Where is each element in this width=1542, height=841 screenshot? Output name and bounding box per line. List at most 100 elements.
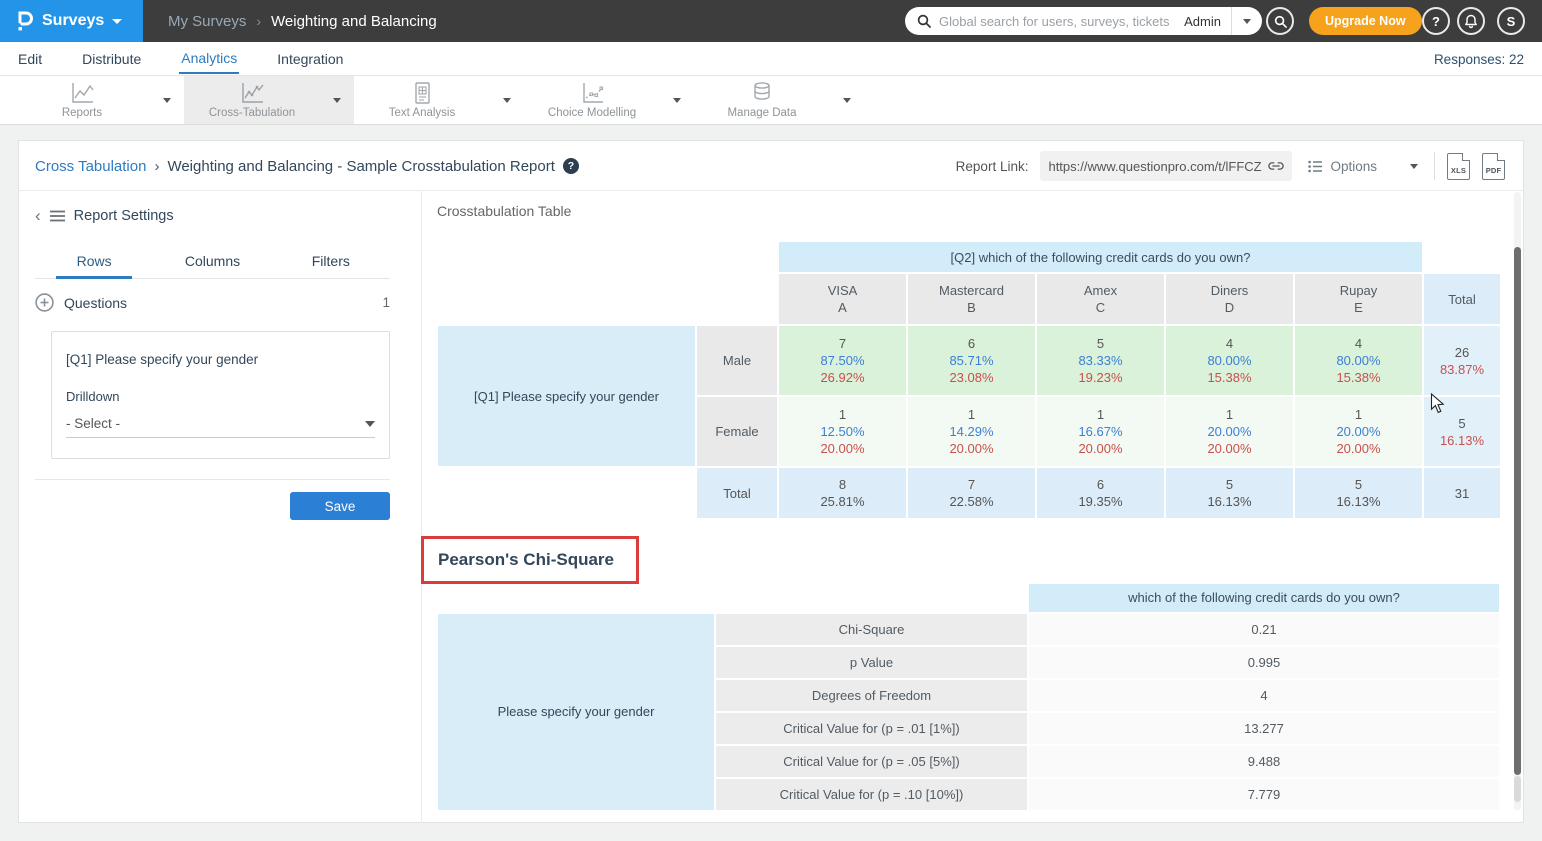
tab-filters[interactable]: Filters — [272, 243, 390, 278]
toolbar-group-choice-modelling: Choice Modelling — [524, 76, 694, 124]
product-name: Surveys — [42, 12, 104, 30]
breadcrumb-my-surveys[interactable]: My Surveys — [168, 13, 246, 30]
options-label: Options — [1330, 159, 1377, 174]
choice-modelling-dropdown-button[interactable] — [660, 76, 694, 124]
divider — [35, 479, 390, 480]
annotation-highlight-box: Pearson's Chi-Square — [421, 536, 639, 584]
reports-button[interactable]: Reports — [14, 76, 150, 124]
chevron-right-icon — [154, 158, 159, 175]
report-title: Weighting and Balancing - Sample Crossta… — [167, 158, 554, 175]
selected-question: [Q1] Please specify your gender — [66, 352, 375, 367]
topbar-breadcrumb: My Surveys › Weighting and Balancing — [168, 0, 437, 42]
cell-total-visa: 825.81% — [779, 468, 906, 518]
chi-value: 4 — [1029, 680, 1499, 711]
row-label-total: Total — [697, 468, 777, 518]
scrollbar-thumb[interactable] — [1514, 247, 1521, 775]
chi-label: Chi-Square — [716, 614, 1027, 645]
cell-male-rupay: 480.00%15.38% — [1295, 326, 1422, 395]
database-icon — [750, 81, 774, 105]
search-scope-caret-button[interactable] — [1232, 7, 1262, 35]
drilldown-select[interactable]: - Select - — [66, 416, 375, 438]
breadcrumb-survey-name: Weighting and Balancing — [271, 13, 437, 30]
cell-male-visa: 787.50%26.92% — [779, 326, 906, 395]
notifications-button[interactable] — [1457, 7, 1485, 35]
options-list-icon — [1308, 160, 1323, 173]
scatter-chart-icon — [579, 81, 605, 105]
search-submit-button[interactable] — [1266, 7, 1294, 35]
tab-analytics[interactable]: Analytics — [179, 43, 239, 74]
cross-tabulation-button[interactable]: Cross-Tabulation — [184, 76, 320, 124]
row-label-male: Male — [697, 326, 777, 395]
upgrade-now-button[interactable]: Upgrade Now — [1309, 7, 1422, 35]
report-link-label: Report Link: — [956, 159, 1029, 174]
tab-edit[interactable]: Edit — [16, 44, 44, 73]
link-icon — [1268, 160, 1284, 172]
chevron-down-icon — [365, 421, 375, 427]
report-breadcrumb: Cross Tabulation Weighting and Balancing… — [35, 141, 579, 191]
export-pdf-button[interactable]: PDF — [1482, 153, 1505, 180]
surveys-menu-button[interactable]: Surveys — [0, 0, 143, 42]
save-button[interactable]: Save — [290, 492, 390, 520]
chevron-down-icon — [163, 98, 171, 103]
report-settings-header[interactable]: ‹ Report Settings — [35, 207, 174, 224]
global-search: Admin — [905, 7, 1262, 35]
cross-tabulation-dropdown-button[interactable] — [320, 76, 354, 124]
chevron-down-icon — [673, 98, 681, 103]
choice-modelling-button[interactable]: Choice Modelling — [524, 76, 660, 124]
drilldown-label: Drilldown — [66, 389, 375, 404]
manage-data-button[interactable]: Manage Data — [694, 76, 830, 124]
crosstab-section-title: Crosstabulation Table — [437, 203, 571, 219]
tab-columns[interactable]: Columns — [153, 243, 271, 278]
report-help-icon[interactable]: ? — [563, 158, 579, 174]
chi-square-title: Pearson's Chi-Square — [438, 550, 614, 570]
questions-label: Questions — [64, 295, 127, 311]
cell-male-mastercard: 685.71%23.08% — [908, 326, 1035, 395]
questions-row[interactable]: Questions 1 — [35, 293, 390, 312]
search-scope-selector[interactable]: Admin — [1174, 7, 1232, 35]
cell-female-diners: 120.00%20.00% — [1166, 397, 1293, 466]
report-url[interactable]: https://www.questionpro.com/t/lFFCZg — [1048, 159, 1262, 174]
bell-icon — [1464, 14, 1478, 29]
reports-dropdown-button[interactable] — [150, 76, 184, 124]
chi-value: 0.995 — [1029, 647, 1499, 678]
manage-data-dropdown-button[interactable] — [830, 76, 864, 124]
report-header: Cross Tabulation Weighting and Balancing… — [19, 141, 1523, 191]
column-header-visa: VISAA — [779, 274, 906, 324]
chi-value: 13.277 — [1029, 713, 1499, 744]
crosstab-table: [Q2] which of the following credit cards… — [438, 242, 1500, 518]
row-label-female: Female — [697, 397, 777, 466]
help-button[interactable]: ? — [1422, 7, 1450, 35]
export-xls-button[interactable]: XLS — [1447, 153, 1470, 180]
report-url-box[interactable]: https://www.questionpro.com/t/lFFCZg — [1040, 151, 1292, 181]
text-analysis-button[interactable]: Text Analysis — [354, 76, 490, 124]
search-input[interactable] — [939, 14, 1174, 29]
report-settings-title: Report Settings — [74, 208, 174, 224]
topbar: Surveys My Surveys › Weighting and Balan… — [0, 0, 1542, 42]
tab-rows[interactable]: Rows — [35, 243, 153, 278]
chi-square-table: which of the following credit cards do y… — [438, 584, 1499, 810]
chevron-down-icon — [1243, 19, 1251, 24]
question-config-box: [Q1] Please specify your gender Drilldow… — [51, 331, 390, 459]
column-header-amex: AmexC — [1037, 274, 1164, 324]
row-group-header: [Q1] Please specify your gender — [438, 326, 695, 466]
cell-male-amex: 583.33%19.23% — [1037, 326, 1164, 395]
options-button[interactable]: Options — [1304, 159, 1422, 174]
chi-label: Critical Value for (p = .01 [1%]) — [716, 713, 1027, 744]
tab-integration[interactable]: Integration — [275, 44, 345, 73]
chi-label: Critical Value for (p = .10 [10%]) — [716, 779, 1027, 810]
tab-distribute[interactable]: Distribute — [80, 44, 143, 73]
column-header-mastercard: MastercardB — [908, 274, 1035, 324]
questionpro-logo-icon — [14, 8, 34, 34]
report-actions: Report Link: https://www.questionpro.com… — [956, 141, 1505, 191]
text-analysis-dropdown-button[interactable] — [490, 76, 524, 124]
cell-total-diners: 516.13% — [1166, 468, 1293, 518]
chevron-right-icon: › — [256, 13, 261, 29]
cell-female-amex: 116.67%20.00% — [1037, 397, 1164, 466]
divider — [1434, 152, 1435, 180]
cross-tabulation-link[interactable]: Cross Tabulation — [35, 158, 146, 175]
avatar[interactable]: S — [1497, 7, 1525, 35]
plus-circle-icon — [35, 293, 54, 312]
search-icon — [917, 14, 931, 28]
chi-label: p Value — [716, 647, 1027, 678]
toolbar-group-text-analysis: Text Analysis — [354, 76, 524, 124]
